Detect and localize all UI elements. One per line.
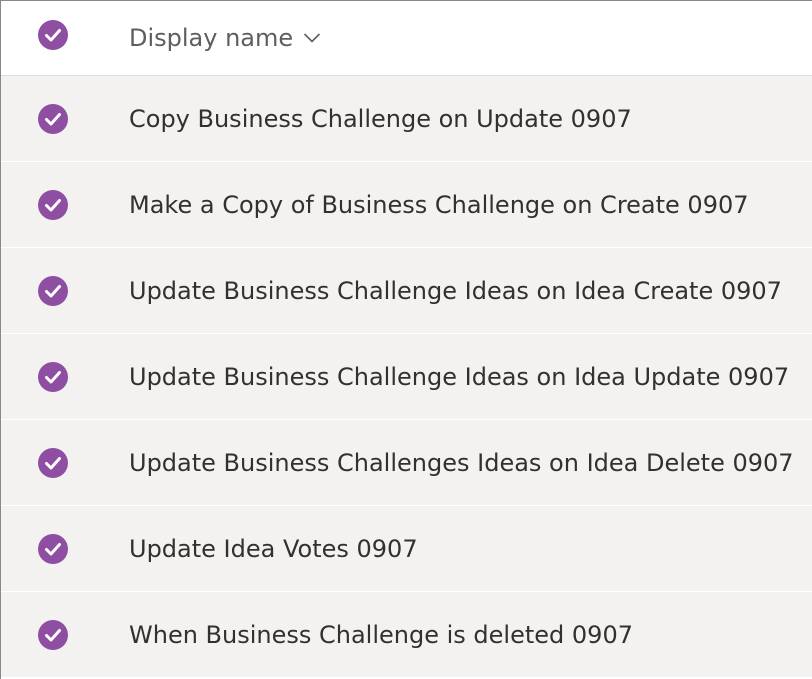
chevron-down-icon <box>303 32 321 44</box>
checkmark-circle-icon <box>38 20 68 50</box>
flow-name[interactable]: Make a Copy of Business Challenge on Cre… <box>129 191 749 219</box>
flow-name[interactable]: Update Business Challenge Ideas on Idea … <box>129 277 782 305</box>
list-item[interactable]: When Business Challenge is deleted 0907 <box>1 592 812 678</box>
checkmark-circle-icon <box>38 361 68 392</box>
list-item[interactable]: Update Business Challenge Ideas on Idea … <box>1 334 812 420</box>
list-item[interactable]: Copy Business Challenge on Update 0907 <box>1 76 812 162</box>
flow-name[interactable]: Update Business Challenge Ideas on Idea … <box>129 363 789 391</box>
row-checkbox[interactable] <box>38 447 68 478</box>
select-all-cell <box>1 20 129 50</box>
checkmark-circle-icon <box>38 103 68 134</box>
row-checkbox[interactable] <box>38 189 68 220</box>
list-header: Display name <box>1 1 812 76</box>
checkmark-circle-icon <box>38 275 68 306</box>
row-check-cell <box>1 275 129 306</box>
flow-list: Display name Copy Business Challenge on … <box>0 0 812 679</box>
list-item[interactable]: Update Business Challenge Ideas on Idea … <box>1 248 812 334</box>
checkmark-circle-icon <box>38 619 68 650</box>
flow-name[interactable]: Update Business Challenges Ideas on Idea… <box>129 449 794 477</box>
row-check-cell <box>1 619 129 650</box>
display-name-column-header[interactable]: Display name <box>129 24 321 52</box>
row-check-cell <box>1 447 129 478</box>
checkmark-circle-icon <box>38 533 68 564</box>
list-item[interactable]: Update Idea Votes 0907 <box>1 506 812 592</box>
row-checkbox[interactable] <box>38 275 68 306</box>
checkmark-circle-icon <box>38 447 68 478</box>
select-all-checkbox[interactable] <box>38 20 68 50</box>
row-check-cell <box>1 189 129 220</box>
row-check-cell <box>1 361 129 392</box>
row-checkbox[interactable] <box>38 533 68 564</box>
flow-name[interactable]: Copy Business Challenge on Update 0907 <box>129 105 632 133</box>
row-check-cell <box>1 103 129 134</box>
checkmark-circle-icon <box>38 189 68 220</box>
row-check-cell <box>1 533 129 564</box>
column-header-label: Display name <box>129 24 294 52</box>
list-item[interactable]: Update Business Challenges Ideas on Idea… <box>1 420 812 506</box>
row-checkbox[interactable] <box>38 619 68 650</box>
row-checkbox[interactable] <box>38 361 68 392</box>
flow-name[interactable]: When Business Challenge is deleted 0907 <box>129 621 633 649</box>
flow-name[interactable]: Update Idea Votes 0907 <box>129 535 418 563</box>
row-checkbox[interactable] <box>38 103 68 134</box>
list-item[interactable]: Make a Copy of Business Challenge on Cre… <box>1 162 812 248</box>
